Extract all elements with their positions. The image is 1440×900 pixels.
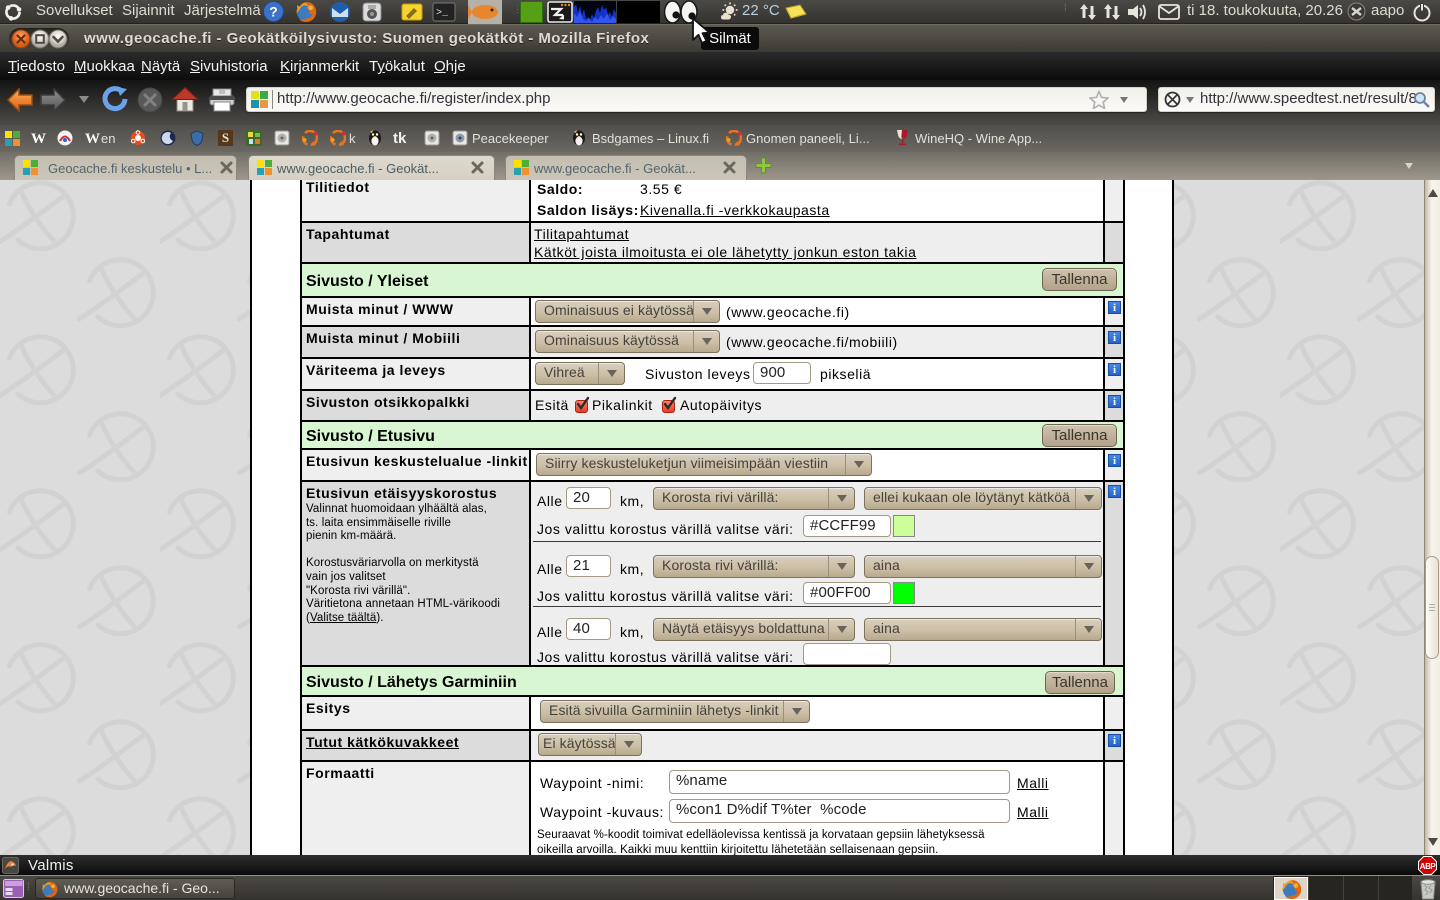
svg-text:?: ? (269, 4, 278, 20)
svg-text:>_: >_ (436, 8, 449, 19)
svg-text:ABP: ABP (1420, 862, 1437, 871)
